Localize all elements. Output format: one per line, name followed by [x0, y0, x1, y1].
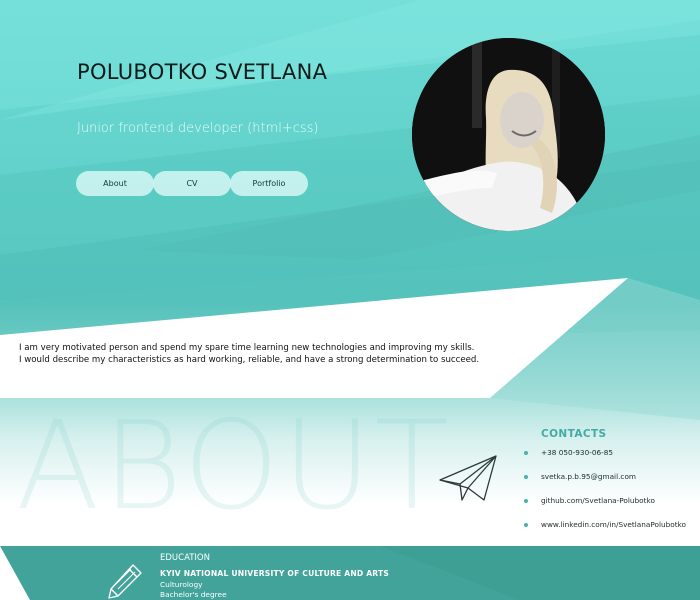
- about-watermark: ABOUT: [16, 395, 453, 537]
- contact-email[interactable]: svetka.p.b.95@gmail.com: [524, 471, 636, 483]
- intro-line: I am very motivated person and spend my …: [19, 343, 475, 353]
- education-field: Culturology: [160, 580, 203, 589]
- hero-section: POLUBOTKO SVETLANA Junior frontend devel…: [0, 0, 700, 548]
- github-link[interactable]: github.com/Svetlana-Polubotko: [541, 496, 655, 505]
- education-section: EDUCATION KYIV NATIONAL UNIVERSITY OF CU…: [0, 546, 700, 600]
- paper-plane-icon: [439, 455, 497, 501]
- education-degree: Bachelor's degree: [160, 590, 227, 599]
- contacts-title: CONTACTS: [541, 428, 607, 440]
- linkedin-link[interactable]: www.linkedin.com/in/SvetlanaPolubotko: [541, 520, 686, 529]
- contact-github[interactable]: github.com/Svetlana-Polubotko: [524, 495, 655, 507]
- bullet-dot-icon: [524, 523, 528, 527]
- pencil-icon: [108, 564, 142, 599]
- page-title: POLUBOTKO SVETLANA: [77, 60, 328, 84]
- about-button[interactable]: About: [76, 171, 154, 196]
- avatar: [412, 38, 605, 231]
- email-link[interactable]: svetka.p.b.95@gmail.com: [541, 472, 636, 481]
- bullet-dot-icon: [524, 451, 528, 455]
- portfolio-button[interactable]: Portfolio: [230, 171, 308, 196]
- phone-number: +38 050-930-06-85: [541, 448, 614, 457]
- education-heading: EDUCATION: [160, 553, 210, 563]
- job-title: Junior frontend developer (html+css): [77, 121, 319, 136]
- intro-line: I would describe my characteristics as h…: [19, 355, 480, 365]
- cv-button[interactable]: CV: [153, 171, 231, 196]
- bullet-dot-icon: [524, 475, 528, 479]
- bullet-dot-icon: [524, 499, 528, 503]
- profile-photo: [412, 38, 605, 231]
- education-university: KYIV NATIONAL UNIVERSITY OF CULTURE AND …: [160, 569, 390, 578]
- intro-text: I am very motivated person and spend my …: [19, 342, 499, 366]
- contact-phone: +38 050-930-06-85: [524, 447, 613, 459]
- contact-linkedin[interactable]: www.linkedin.com/in/SvetlanaPolubotko: [524, 519, 686, 531]
